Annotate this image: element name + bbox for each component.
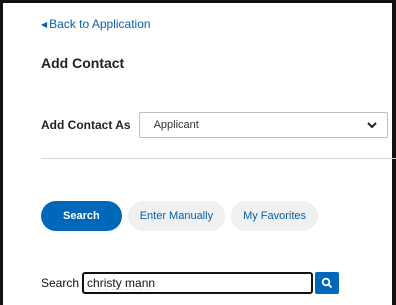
search-submit-button[interactable] [315,272,340,294]
back-to-application-link[interactable]: ◀ Back to Application [41,17,151,31]
my-favorites-button[interactable]: My Favorites [231,201,319,231]
search-button[interactable]: Search [41,201,122,231]
back-triangle-icon: ◀ [41,20,48,29]
search-label: Search [41,276,80,290]
frame-border-top [0,0,396,3]
contact-type-select[interactable]: Applicant [138,112,388,138]
add-contact-panel: ◀ Back to Application Add Contact Add Con… [0,0,396,305]
frame-border-right [392,0,396,305]
back-link-label: Back to Application [49,17,151,31]
enter-manually-button[interactable]: Enter Manually [127,201,226,231]
frame-border-left [0,0,3,305]
add-contact-as-label: Add Contact As [41,118,131,132]
search-mode-buttons: Search Enter Manually My Favorites [41,201,324,231]
page-title: Add Contact [41,55,125,71]
section-divider [41,158,396,159]
chevron-down-icon [366,122,377,129]
search-input[interactable] [82,272,314,294]
add-contact-as-row: Add Contact As Applicant [41,112,388,138]
search-icon [321,277,333,289]
contact-type-selected-value: Applicant [153,119,199,131]
search-row: Search [41,272,340,294]
